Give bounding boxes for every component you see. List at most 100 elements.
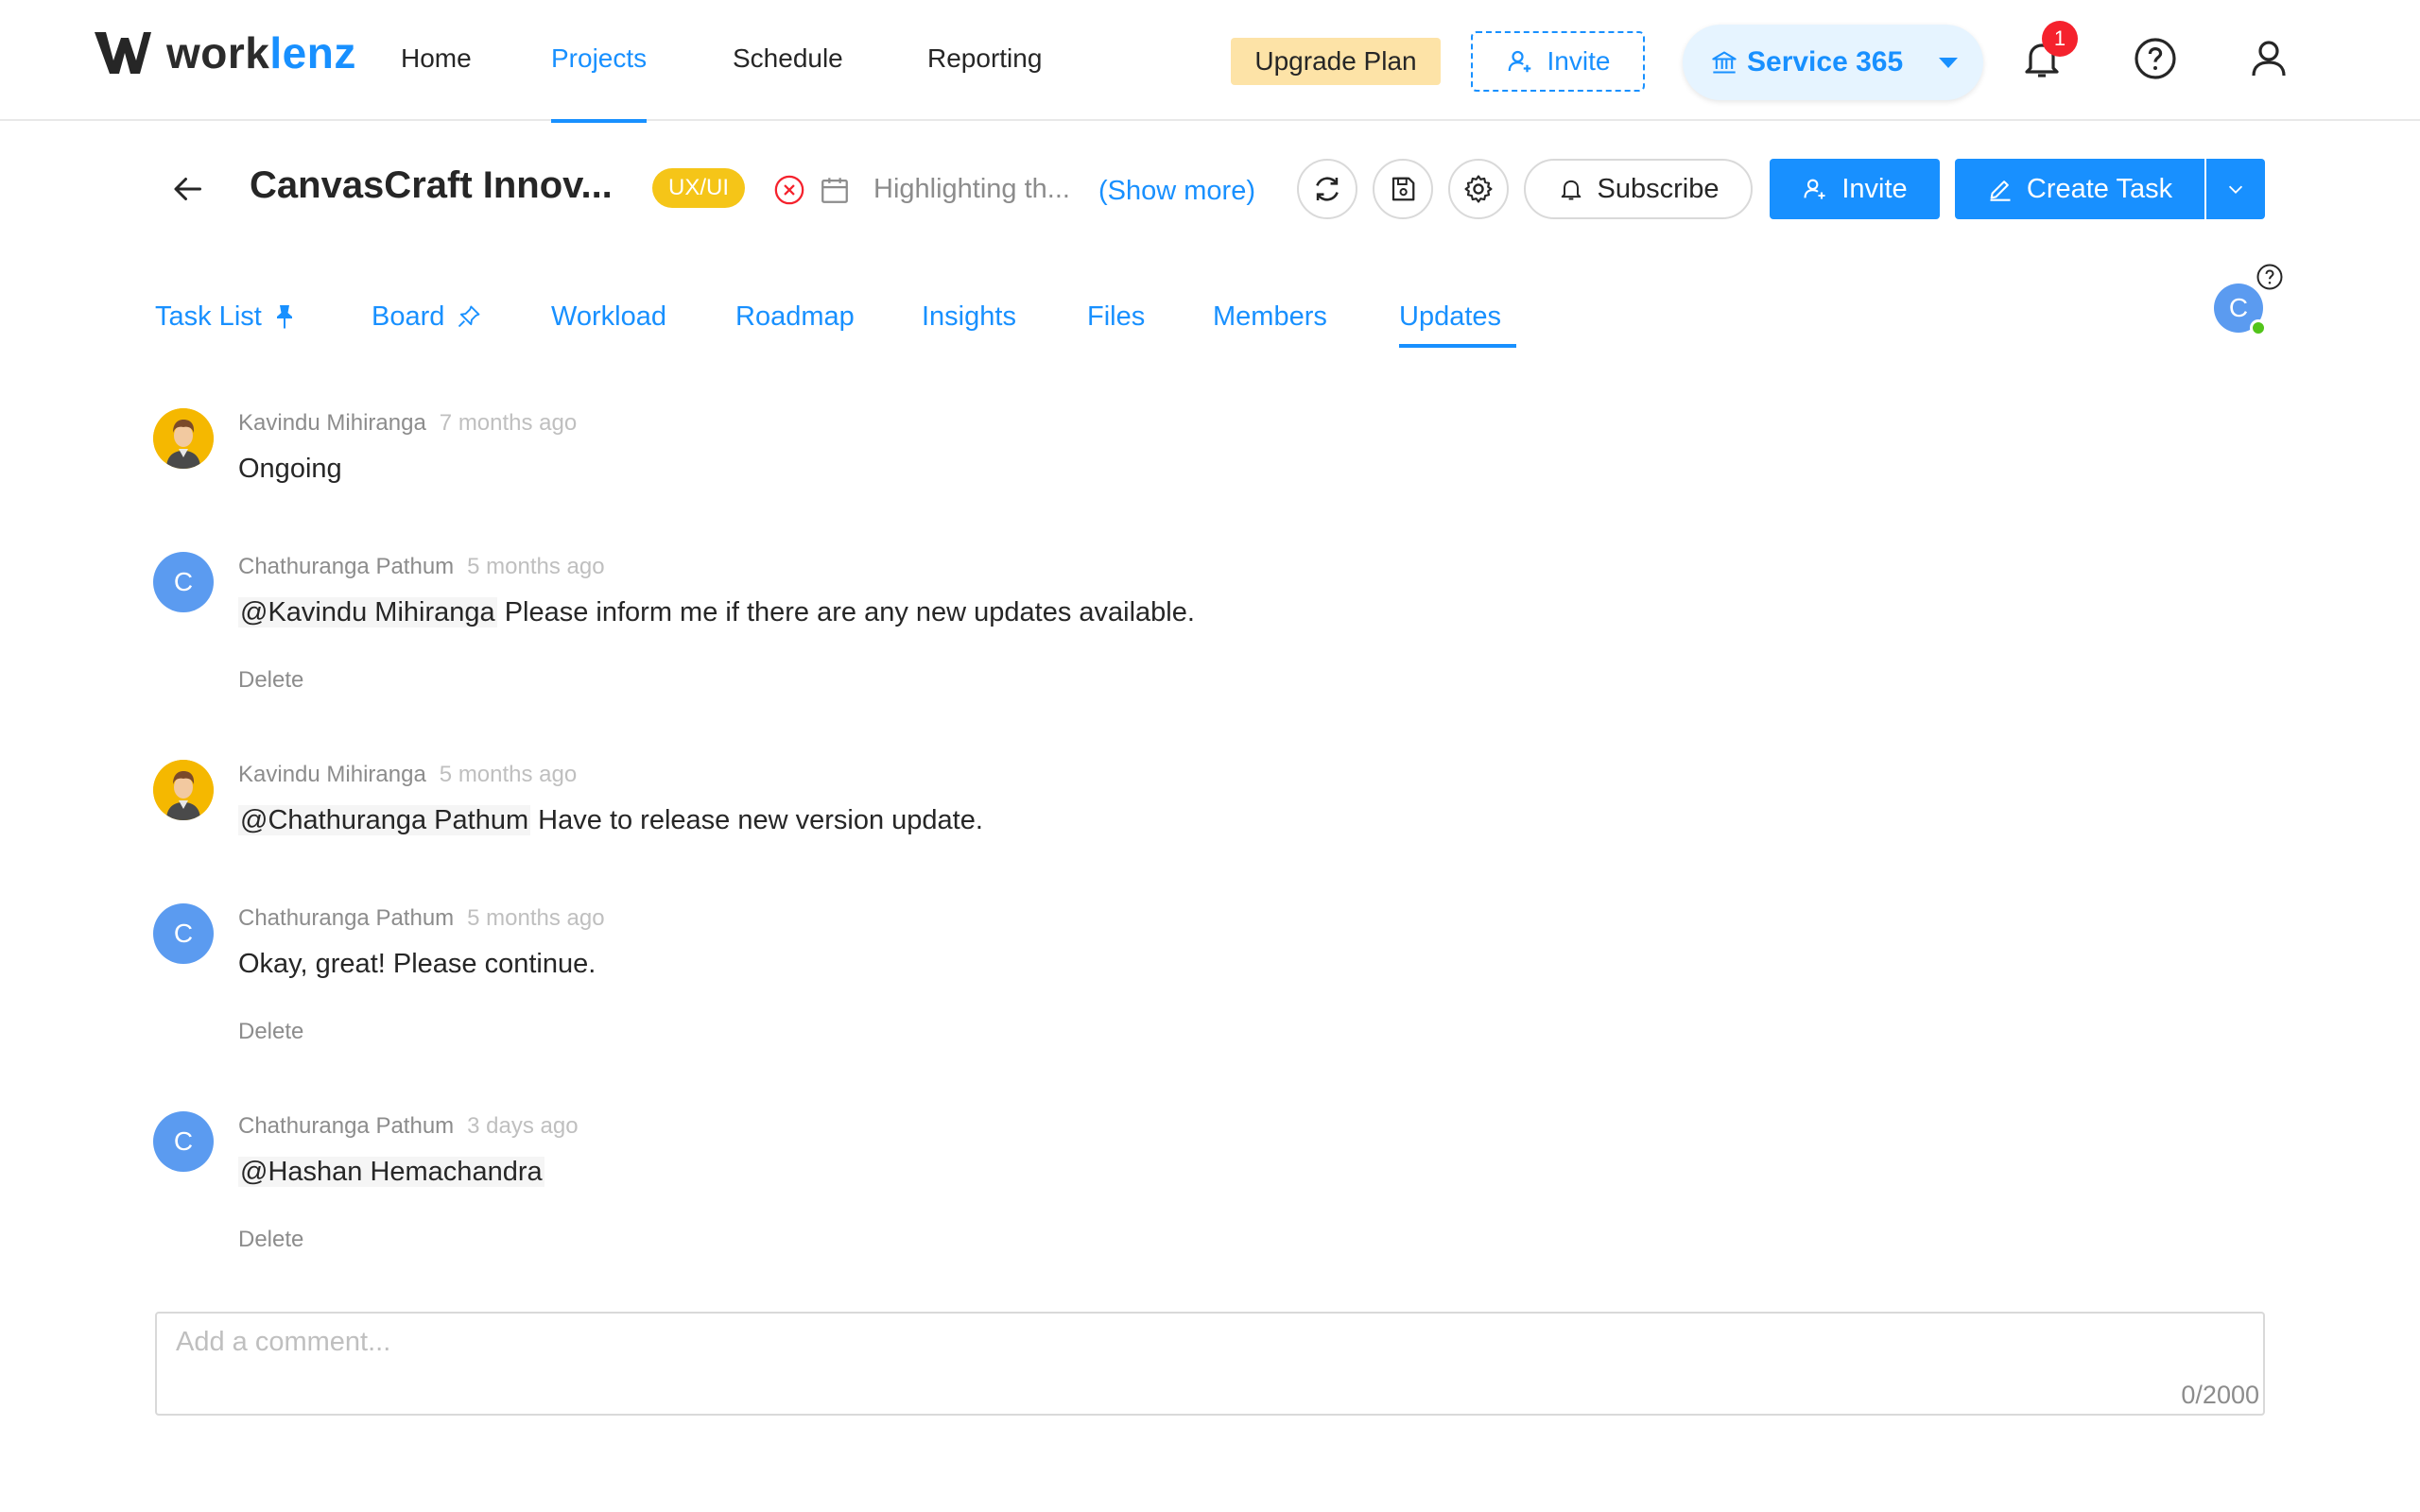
top-navbar: worklenz Home Projects Schedule Reportin… — [0, 0, 2420, 123]
create-task-dropdown[interactable] — [2206, 159, 2265, 219]
bank-icon — [1712, 51, 1737, 74]
comment-meta: Kavindu Mihiranga 5 months ago — [238, 762, 577, 788]
tab-members[interactable]: Members — [1213, 285, 1327, 348]
comment-body: Have to release new version update. — [530, 805, 983, 835]
comment-input[interactable] — [176, 1327, 2237, 1383]
pin-outline-icon[interactable] — [456, 303, 482, 330]
user-mention[interactable]: @Kavindu Mihiranga — [238, 597, 497, 627]
person-avatar-icon — [153, 760, 214, 820]
project-settings-button[interactable] — [1448, 159, 1509, 219]
edit-pencil-icon — [1990, 180, 2011, 201]
worklenz-logo[interactable]: worklenz — [93, 28, 356, 77]
comment-time: 5 months ago — [467, 905, 605, 931]
tab-task-list-label: Task List — [155, 301, 262, 332]
comment-author: Chathuranga Pathum — [238, 1113, 455, 1139]
comment-meta: Chathuranga Pathum 3 days ago — [238, 1113, 579, 1140]
person-avatar-icon — [153, 408, 214, 469]
calendar-icon[interactable] — [819, 174, 851, 206]
organization-name: Service 365 — [1747, 46, 1904, 77]
comment-item: C Chathuranga Pathum 3 days ago @Hashan H… — [153, 1111, 2233, 1263]
project-description: Highlighting th... — [873, 174, 1070, 204]
comment-text: @Hashan Hemachandra — [238, 1157, 544, 1188]
subscribe-button[interactable]: Subscribe — [1524, 159, 1753, 219]
invite-top-label: Invite — [1547, 46, 1611, 76]
bell-outline-icon — [1561, 180, 1581, 200]
avatar — [153, 408, 214, 469]
tab-board[interactable]: Board — [372, 285, 482, 348]
comment-meta: Chathuranga Pathum 5 months ago — [238, 905, 605, 932]
comment-text: Ongoing — [238, 454, 342, 484]
delete-comment-button[interactable]: Delete — [238, 667, 303, 694]
back-arrow-icon[interactable] — [170, 172, 204, 206]
notification-badge: 1 — [2042, 21, 2078, 57]
comment-body: Please inform me if there are any new up… — [496, 597, 1195, 627]
tab-insights[interactable]: Insights — [922, 285, 1016, 348]
invite-button[interactable]: Invite — [1770, 159, 1940, 219]
avatar: C — [153, 903, 214, 964]
comment-text: Okay, great! Please continue. — [238, 949, 596, 979]
nav-reporting[interactable]: Reporting — [927, 43, 1042, 121]
logo-mark-icon — [95, 32, 151, 74]
caret-down-icon — [1939, 58, 1959, 68]
help-icon[interactable] — [2133, 36, 2178, 81]
user-profile-icon[interactable] — [2246, 36, 2291, 81]
comment-item: Kavindu Mihiranga 7 months ago Ongoing — [153, 408, 2233, 493]
comment-item: Kavindu Mihiranga 5 months ago @Chathuran… — [153, 760, 2233, 845]
project-title: CanvasCraft Innov... — [250, 164, 613, 206]
comment-time: 5 months ago — [439, 762, 578, 787]
invite-label: Invite — [1841, 173, 1908, 204]
comment-item: C Chathuranga Pathum 5 months ago @Kavind… — [153, 552, 2233, 703]
help-small-icon[interactable] — [2256, 263, 2284, 291]
status-cancelled-icon[interactable] — [773, 174, 805, 206]
tab-task-list[interactable]: Task List — [155, 285, 296, 348]
chevron-down-icon — [2228, 185, 2243, 194]
create-task-label: Create Task — [2026, 173, 2173, 204]
logo-text: worklenz — [166, 28, 356, 77]
user-mention[interactable]: @Chathuranga Pathum — [238, 805, 531, 835]
delete-comment-button[interactable]: Delete — [238, 1227, 303, 1253]
avatar: C — [153, 1111, 214, 1172]
comment-meta: Chathuranga Pathum 5 months ago — [238, 554, 605, 580]
comment-time: 5 months ago — [467, 554, 605, 579]
tab-workload[interactable]: Workload — [551, 285, 666, 348]
tab-board-label: Board — [372, 301, 445, 332]
refresh-button[interactable] — [1297, 159, 1357, 219]
project-category-tag: UX/UI — [652, 168, 745, 208]
invite-button-top[interactable]: Invite — [1471, 31, 1645, 92]
comment-text: @Chathuranga Pathum Have to release new … — [238, 805, 983, 836]
nav-projects[interactable]: Projects — [551, 43, 648, 123]
show-more-link[interactable]: (Show more) — [1098, 176, 1255, 207]
comment-item: C Chathuranga Pathum 5 months ago Okay, g… — [153, 903, 2233, 1055]
delete-comment-button[interactable]: Delete — [238, 1019, 303, 1045]
comment-author: Chathuranga Pathum — [238, 905, 455, 931]
avatar: C — [153, 552, 214, 612]
comment-text: @Kavindu Mihiranga Please inform me if t… — [238, 597, 1195, 628]
tab-updates[interactable]: Updates — [1399, 285, 1517, 348]
comment-author: Kavindu Mihiranga — [238, 410, 426, 436]
user-mention[interactable]: @Hashan Hemachandra — [238, 1157, 544, 1187]
avatar — [153, 760, 214, 820]
organization-switcher[interactable]: Service 365 — [1683, 25, 1983, 100]
comment-time: 7 months ago — [439, 410, 578, 436]
online-status-dot — [2250, 319, 2267, 336]
nav-home[interactable]: Home — [401, 43, 472, 121]
create-task-button[interactable]: Create Task — [1955, 159, 2204, 219]
refresh-icon — [1316, 177, 1339, 201]
subscribe-label: Subscribe — [1597, 173, 1720, 204]
save-template-button[interactable] — [1373, 159, 1433, 219]
gear-icon — [1464, 175, 1493, 203]
nav-schedule[interactable]: Schedule — [733, 43, 843, 121]
comment-author: Kavindu Mihiranga — [238, 762, 426, 787]
user-add-icon — [1804, 179, 1825, 199]
comment-meta: Kavindu Mihiranga 7 months ago — [238, 410, 577, 437]
character-counter: 0/2000 — [2181, 1381, 2259, 1409]
comment-time: 3 days ago — [467, 1113, 579, 1139]
comment-author: Chathuranga Pathum — [238, 554, 455, 579]
user-add-icon — [1508, 50, 1530, 73]
save-icon — [1392, 177, 1415, 201]
upgrade-plan-button[interactable]: Upgrade Plan — [1231, 38, 1441, 85]
pin-filled-icon[interactable] — [273, 303, 296, 330]
tab-roadmap[interactable]: Roadmap — [735, 285, 855, 348]
tab-files[interactable]: Files — [1087, 285, 1145, 348]
comment-input-container: 0/2000 — [155, 1312, 2265, 1416]
